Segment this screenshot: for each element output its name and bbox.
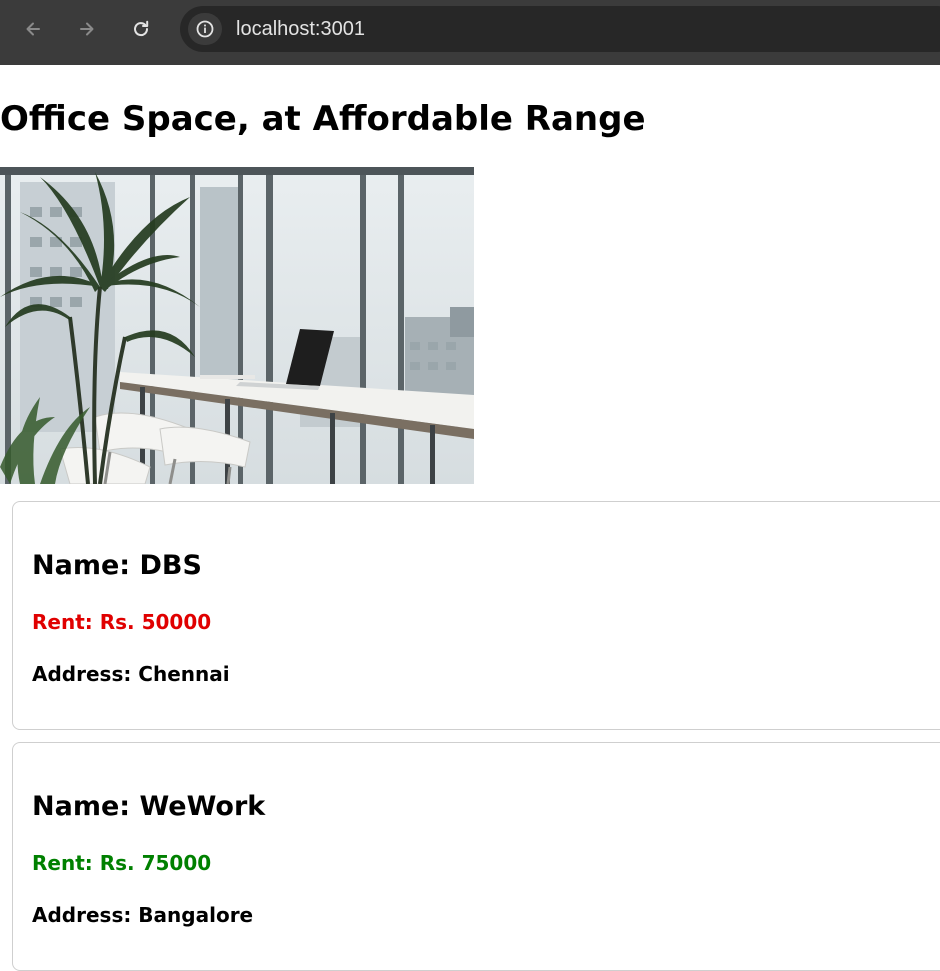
site-info-button[interactable]	[188, 13, 222, 45]
forward-button[interactable]	[71, 13, 103, 45]
arrow-right-icon	[80, 22, 94, 36]
browser-toolbar: localhost:3001	[0, 0, 940, 58]
toolbar-divider	[0, 58, 940, 65]
office-card: Name: DBS Rent: Rs. 50000 Address: Chenn…	[12, 501, 940, 730]
office-rent: Rent: Rs. 75000	[32, 851, 212, 875]
info-icon	[196, 20, 214, 38]
arrow-left-icon	[26, 22, 40, 36]
url-text: localhost:3001	[236, 18, 365, 40]
office-address: Address: Bangalore	[32, 903, 254, 927]
office-rent: Rent: Rs. 50000	[32, 610, 212, 634]
office-name: Name: DBS	[32, 550, 202, 581]
office-name: Name: WeWork	[32, 791, 266, 822]
back-button[interactable]	[17, 13, 49, 45]
office-address: Address: Chennai	[32, 662, 230, 686]
reload-icon	[134, 20, 149, 37]
page-title: Office Space, at Affordable Range	[0, 99, 646, 139]
reload-button[interactable]	[125, 13, 157, 45]
address-bar[interactable]: localhost:3001	[180, 6, 940, 52]
office-image	[0, 167, 474, 484]
